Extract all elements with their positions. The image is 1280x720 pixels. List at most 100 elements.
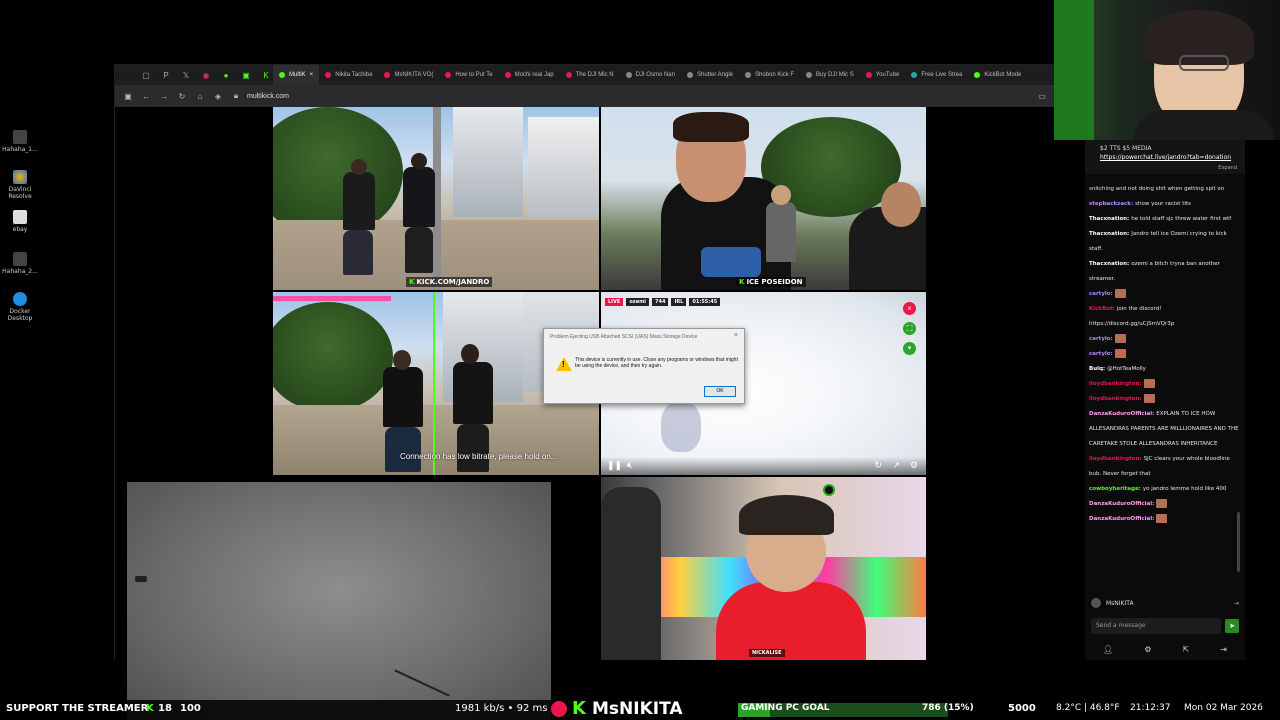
chat-message: Bulq: @HotTeaMolly bbox=[1089, 362, 1239, 377]
clock: 21:12:37 bbox=[1130, 703, 1171, 713]
chat-username[interactable]: DanzaKuduroOfficial: bbox=[1089, 501, 1154, 507]
popout-icon[interactable]: ↗ bbox=[892, 460, 900, 471]
chat-username[interactable]: Bulq: bbox=[1089, 366, 1105, 372]
chat-username[interactable]: lloydbankington: bbox=[1089, 381, 1142, 387]
streamer-tag-text: NICKALISE bbox=[752, 650, 782, 656]
extensions-icon[interactable]: ▭ bbox=[1033, 92, 1051, 101]
chat-message: lloydbankington: bbox=[1089, 392, 1239, 407]
mute-icon[interactable]: 🔇︎ bbox=[627, 460, 633, 471]
desktop-icon-ebay[interactable]: ebay bbox=[2, 210, 38, 233]
pinned-link[interactable]: https://powerchat.live/jandro?tab=donati… bbox=[1100, 154, 1231, 161]
home-icon[interactable]: ⌂ bbox=[191, 92, 209, 101]
chat-username[interactable]: Thacxnation: bbox=[1089, 231, 1129, 237]
shield-icon[interactable]: ◈ bbox=[209, 92, 227, 101]
add-user-icon[interactable]: 👤︎ bbox=[1103, 645, 1113, 657]
browser-tab[interactable]: MsNIKITA VO( bbox=[378, 65, 439, 85]
browser-tab[interactable]: Shutter Angle bbox=[681, 65, 739, 85]
desktop-icon-label: Hahaha_1... bbox=[2, 146, 38, 153]
browser-tab[interactable]: The DJI Mic N bbox=[560, 65, 620, 85]
kick-icon: K bbox=[146, 703, 154, 714]
tab-label: MsNIKITA VO( bbox=[394, 72, 434, 78]
instagram-icon[interactable]: ◉ bbox=[199, 65, 213, 85]
pinned-tab-icon[interactable]: P bbox=[159, 65, 173, 85]
settings-gear-icon[interactable]: ⚙ bbox=[910, 460, 918, 471]
chat-username[interactable]: lloydbankington: bbox=[1089, 396, 1142, 402]
chat-username[interactable]: DanzaKuduroOfficial: bbox=[1089, 411, 1154, 417]
browser-tab[interactable]: Shobon Kick F bbox=[739, 65, 800, 85]
chat-scrollbar[interactable] bbox=[1237, 512, 1240, 572]
pinned-text: $2 TTS $5 MEDIA bbox=[1100, 145, 1152, 152]
sidebar-icon[interactable]: ▣ bbox=[119, 92, 137, 101]
chat-message: KickBot: join the discord! https://discor… bbox=[1089, 302, 1239, 332]
reload-icon[interactable]: ↻ bbox=[173, 92, 191, 101]
tab-label: How to Put Te bbox=[455, 72, 493, 78]
emote-icon bbox=[1143, 379, 1155, 388]
browser-tab[interactable]: Buy DJI Mic S bbox=[800, 65, 860, 85]
close-icon[interactable]: × bbox=[734, 332, 738, 339]
browser-tab[interactable]: DJI Osmo Nan bbox=[620, 65, 681, 85]
browser-tab[interactable]: Nikita Tachiba bbox=[319, 65, 378, 85]
browser-tab[interactable]: KickBot Mode bbox=[968, 65, 1027, 85]
file-icon bbox=[13, 210, 27, 224]
stream-tile-nickalise[interactable]: NICKALISE bbox=[601, 477, 926, 660]
browser-tab[interactable]: Free Live Strea bbox=[905, 65, 968, 85]
kick-icon[interactable]: ● bbox=[219, 65, 233, 85]
chat-username[interactable]: cartylo: bbox=[1089, 351, 1113, 357]
chat-username[interactable]: cartylo: bbox=[1089, 291, 1113, 297]
chat-username[interactable]: KickBot: bbox=[1089, 306, 1115, 312]
chat-username[interactable]: Thacxnation: bbox=[1089, 216, 1129, 222]
warning-icon: ! bbox=[556, 357, 572, 371]
kick-icon[interactable]: K bbox=[259, 65, 273, 85]
chat-username[interactable]: stepbackzack: bbox=[1089, 201, 1133, 207]
chevron-down-icon[interactable]: ▾ bbox=[903, 342, 916, 355]
browser-tab[interactable]: MultiK × bbox=[273, 65, 320, 85]
logout-icon[interactable]: ⇥ bbox=[1234, 600, 1239, 607]
chat-username[interactable]: lloydbankington: bbox=[1089, 456, 1142, 462]
settings-gear-icon[interactable]: ⚙ bbox=[1144, 645, 1151, 657]
browser-tab[interactable]: How to Put Te bbox=[439, 65, 498, 85]
person-head bbox=[351, 159, 367, 175]
chat-username[interactable]: DanzaKuduroOfficial: bbox=[1089, 516, 1154, 522]
back-icon[interactable]: ← bbox=[137, 92, 155, 101]
person-red-shirt bbox=[716, 582, 866, 660]
chat-text: show your racist tits bbox=[1135, 201, 1191, 207]
chat-username[interactable]: cartylo: bbox=[1089, 336, 1113, 342]
browser-tab[interactable]: YouTube bbox=[860, 65, 906, 85]
streamer-tag-text: KICK.COM/JANDRO bbox=[416, 278, 490, 286]
send-button[interactable]: ➤ bbox=[1225, 619, 1239, 633]
ok-button[interactable]: OK bbox=[704, 386, 736, 397]
stream-tile-ice-poseidon[interactable]: K ICE POSEIDON bbox=[601, 107, 926, 290]
browser-tab[interactable]: Mochi real Jap bbox=[499, 65, 560, 85]
tab-label: Shutter Angle bbox=[696, 72, 734, 78]
fullscreen-icon[interactable]: ⛶ bbox=[903, 322, 916, 335]
record-icon bbox=[551, 701, 567, 717]
stream-tile-jandro[interactable]: K KICK.COM/JANDRO bbox=[273, 107, 599, 290]
tab-close-icon[interactable]: × bbox=[310, 72, 314, 78]
tab-favicon-icon bbox=[865, 72, 872, 78]
stream-tile-wall-cam[interactable] bbox=[127, 482, 551, 720]
camera-icon bbox=[823, 484, 835, 496]
popout-icon[interactable]: ⇱ bbox=[1182, 645, 1189, 657]
tab-list-icon[interactable]: ▢ bbox=[139, 65, 153, 85]
chat-username[interactable]: cowboyheritage: bbox=[1089, 486, 1141, 492]
exit-icon[interactable]: ⇥ bbox=[1220, 645, 1227, 657]
desktop-icon-hahaha1[interactable]: Hahaha_1... bbox=[2, 130, 38, 153]
tab-label: Buy DJI Mic S bbox=[816, 72, 854, 78]
chat-username[interactable]: Thacxnation: bbox=[1089, 261, 1129, 267]
chat-message: stepbackzack: show your racist tits bbox=[1089, 197, 1239, 212]
forward-icon[interactable]: → bbox=[155, 92, 173, 101]
close-icon[interactable]: × bbox=[903, 302, 916, 315]
stream-stats: LIVE ozemi 744 IRL 01:55:45 bbox=[605, 298, 721, 306]
kick-icon[interactable]: ▣ bbox=[239, 65, 253, 85]
desktop-icon-davinci[interactable]: DaVinci Resolve bbox=[2, 170, 38, 200]
chat-input[interactable]: Send a message bbox=[1091, 618, 1221, 634]
x-icon[interactable]: 𝕏 bbox=[179, 65, 193, 85]
expand-button[interactable]: Expand bbox=[1218, 164, 1237, 173]
desktop-icon-docker[interactable]: Docker Desktop bbox=[2, 292, 38, 322]
url-field[interactable]: multikick.com bbox=[247, 93, 289, 100]
refresh-icon[interactable]: ↻ bbox=[874, 460, 882, 471]
streamer-tag: K ICE POSEIDON bbox=[736, 277, 806, 287]
pause-icon[interactable]: ❚❚ bbox=[607, 460, 622, 471]
emote-icon bbox=[1114, 334, 1126, 343]
desktop-icon-hahaha2[interactable]: Hahaha_2... bbox=[2, 252, 38, 275]
